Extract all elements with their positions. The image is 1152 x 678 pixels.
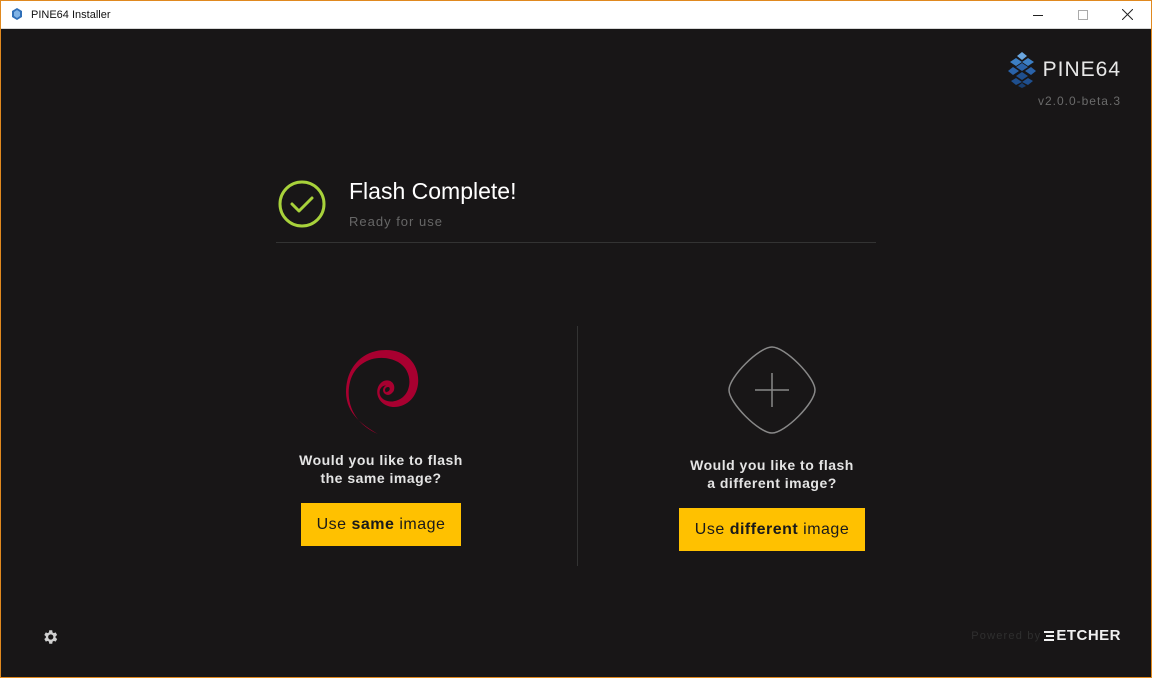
flash-title: Flash Complete!: [349, 178, 517, 204]
maximize-icon: [1077, 9, 1088, 20]
use-different-image-button[interactable]: Use different image: [678, 508, 866, 551]
different-image-option: Would you like to flash a different imag…: [672, 346, 872, 551]
powered-by-etcher: Powered by ETCHER: [971, 627, 1121, 644]
powered-by-label: Powered by: [971, 629, 1042, 642]
same-btn-bold: same: [351, 516, 395, 533]
minimize-button[interactable]: [1015, 1, 1060, 28]
close-icon: [1122, 9, 1133, 20]
main-content: PINE64 v2.0.0-beta.3 Flash Complete! Rea…: [1, 29, 1151, 677]
same-image-option: Would you like to flash the same image? …: [281, 343, 481, 546]
minimize-icon: [1032, 14, 1043, 16]
flash-status-header: Flash Complete! Ready for use: [276, 176, 876, 243]
close-button[interactable]: [1105, 1, 1150, 28]
diff-btn-bold: different: [729, 521, 799, 538]
brand-name: PINE64: [1042, 58, 1121, 81]
check-circle-icon: [278, 180, 326, 228]
etcher-lines-icon: [1044, 630, 1055, 641]
maximize-button[interactable]: [1060, 1, 1105, 28]
same-question-line2: the same image?: [320, 470, 442, 486]
diff-question-line2: a different image?: [707, 475, 837, 491]
same-btn-suffix: image: [394, 516, 446, 533]
flash-subtitle: Ready for use: [349, 214, 443, 229]
pine64-logo-icon: [1007, 52, 1036, 88]
app-window: PINE64 Installer PINE64 v2.0.0-beta.3 Fl…: [0, 0, 1152, 678]
pine64-app-icon: [12, 8, 22, 20]
gear-icon[interactable]: [41, 628, 59, 646]
window-title: PINE64 Installer: [31, 9, 111, 21]
diff-btn-prefix: Use: [694, 521, 730, 538]
diff-btn-suffix: image: [798, 521, 850, 538]
etcher-logo[interactable]: ETCHER: [1044, 627, 1121, 644]
use-same-image-button[interactable]: Use same image: [300, 503, 462, 546]
same-question-line1: Would you like to flash: [299, 452, 463, 468]
brand-block: PINE64 v2.0.0-beta.3: [1007, 51, 1121, 108]
etcher-wordmark: ETCHER: [1056, 627, 1121, 644]
title-bar[interactable]: PINE64 Installer: [1, 1, 1151, 29]
diff-question-line1: Would you like to flash: [690, 457, 854, 473]
version-label: v2.0.0-beta.3: [1037, 94, 1121, 108]
options-divider: [577, 326, 578, 566]
same-btn-prefix: Use: [316, 516, 352, 533]
